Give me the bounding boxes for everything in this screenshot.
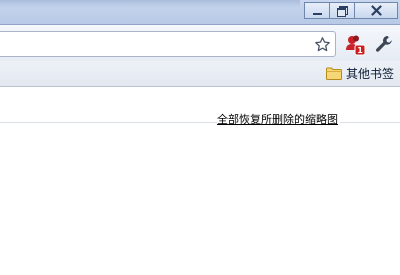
other-bookmarks-folder[interactable]: 其他书签 [325,63,394,83]
restore-all-thumbnails-link[interactable]: 全部恢复所删除的缩略图 [217,111,340,127]
restore-icon [337,6,348,17]
wrench-icon [376,36,392,52]
minimize-button[interactable] [304,2,330,19]
thumbnail-divider [0,121,400,123]
minimize-icon [312,12,322,15]
extension-user-icon: 1 [346,35,366,56]
new-tab-page: 全部恢复所删除的缩略图 [0,87,400,275]
bookmarks-bar: 其他书签 [0,61,400,87]
close-button[interactable] [354,2,398,19]
other-bookmarks-label: 其他书签 [345,66,394,81]
window-controls [304,2,398,20]
address-bar[interactable] [0,31,336,57]
bookmark-star-button[interactable] [313,35,331,53]
star-icon [314,36,330,51]
settings-menu-button[interactable] [374,34,394,54]
extension-button[interactable]: 1 [344,34,366,56]
title-bar-shade [0,0,300,8]
title-bar [0,0,400,24]
browser-window: 1 其他书签 全部恢复所删除的缩略图 [0,0,400,275]
browser-toolbar: 1 [0,24,400,61]
folder-icon [325,67,342,80]
extension-badge: 1 [357,46,363,55]
restore-button[interactable] [329,2,355,19]
close-icon [370,5,382,16]
